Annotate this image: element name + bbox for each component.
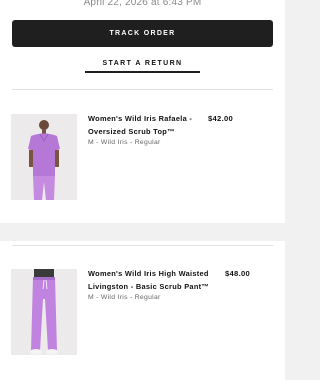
track-order-button[interactable]: TRACK ORDER [12, 20, 273, 47]
product-image[interactable] [11, 114, 77, 200]
scrub-top-photo [11, 114, 77, 200]
divider [12, 245, 273, 246]
product-name[interactable]: Women's Wild Iris High Waisted Livingsto… [88, 267, 223, 293]
start-return-link[interactable]: START A RETURN [85, 60, 200, 73]
scrub-pant-photo [11, 269, 77, 355]
product-image[interactable] [11, 269, 77, 355]
product-variant: M - Wild Iris - Regular [88, 294, 161, 301]
product-price: $42.00 [208, 114, 234, 123]
order-item-card: Women's Wild Iris High Waisted Livingsto… [0, 241, 285, 380]
divider [12, 89, 273, 90]
product-name[interactable]: Women's Wild Iris Rafaela - Oversized Sc… [88, 112, 208, 138]
product-price: $48.00 [225, 269, 251, 278]
product-variant: M - Wild Iris - Regular [88, 139, 161, 146]
order-summary: April 22, 2026 at 6:43 PM TRACK ORDER ST… [0, 0, 285, 223]
order-date: April 22, 2026 at 6:43 PM [83, 0, 202, 8]
